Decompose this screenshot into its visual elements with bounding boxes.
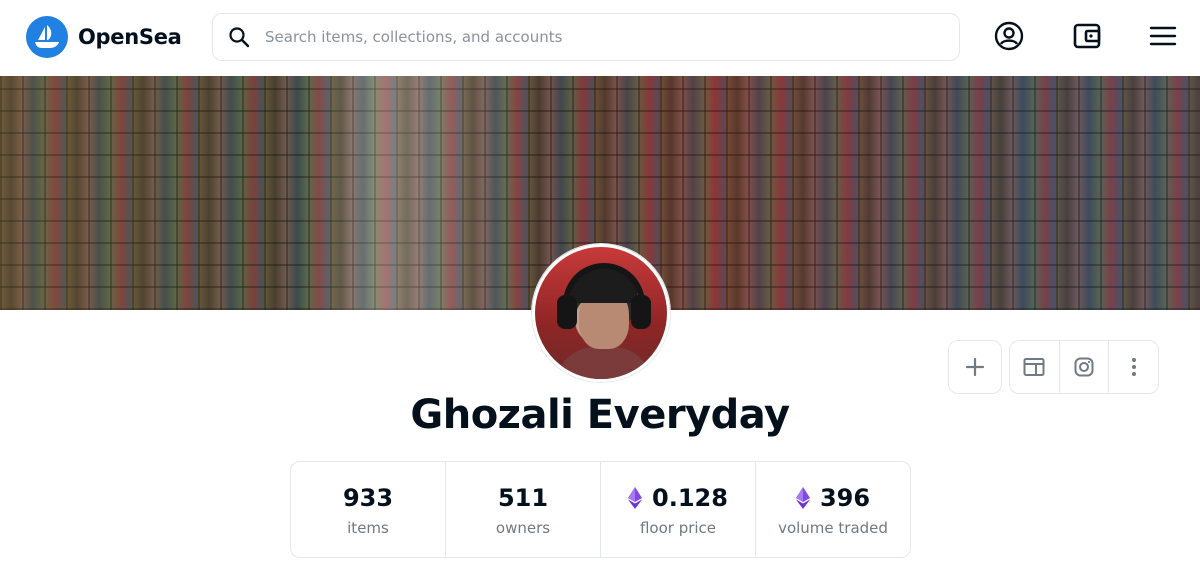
stat-label: owners [495, 518, 551, 537]
ethereum-icon [795, 486, 810, 509]
wallet-icon [1073, 23, 1101, 49]
collection-stats: 933 items 511 owners 0.128 floor price 3 [290, 461, 911, 558]
hamburger-menu-icon [1149, 26, 1177, 46]
stat-owners[interactable]: 511 owners [445, 462, 600, 557]
add-button[interactable] [948, 340, 1002, 394]
stat-volume-traded[interactable]: 396 volume traded [755, 462, 910, 557]
instagram-button[interactable] [1058, 341, 1109, 393]
stat-label: items [347, 518, 389, 537]
stat-value-wrap: 396 [795, 483, 871, 513]
ethereum-icon [628, 486, 643, 509]
stat-value: 511 [497, 483, 549, 512]
stat-label: volume traded [778, 518, 888, 537]
stat-value: 933 [342, 483, 394, 512]
stat-value-wrap: 0.128 [628, 483, 728, 513]
stat-items[interactable]: 933 items [291, 462, 445, 557]
brand-name: OpenSea [78, 25, 182, 49]
menu-button[interactable] [1145, 18, 1181, 54]
stat-value: 396 [819, 483, 871, 512]
stat-label: floor price [639, 518, 717, 537]
more-options-icon [1131, 358, 1136, 376]
add-icon [965, 357, 985, 377]
stat-value: 0.128 [652, 483, 728, 512]
stat-value-wrap: 511 [498, 483, 548, 513]
website-button[interactable] [1010, 341, 1059, 393]
stat-value-wrap: 933 [343, 483, 393, 513]
collection-avatar [532, 244, 670, 382]
wallet-button[interactable] [1069, 18, 1105, 54]
website-icon [1023, 358, 1045, 376]
account-button[interactable] [991, 18, 1027, 54]
search-icon [229, 27, 250, 48]
more-options-button[interactable] [1108, 341, 1158, 393]
social-links-group [1009, 340, 1159, 394]
stat-floor-price[interactable]: 0.128 floor price [600, 462, 755, 557]
opensea-logo[interactable]: OpenSea [26, 16, 182, 58]
search-bar [212, 13, 960, 61]
account-icon [994, 21, 1024, 51]
instagram-icon [1074, 357, 1094, 377]
opensea-logo-icon [26, 16, 68, 58]
collection-title: Ghozali Everyday [410, 392, 790, 438]
search-input[interactable] [265, 28, 915, 46]
avatar-shirt [555, 347, 653, 379]
top-navbar: OpenSea [0, 0, 1200, 76]
headphone-left [557, 295, 577, 329]
headphone-right [631, 295, 651, 329]
